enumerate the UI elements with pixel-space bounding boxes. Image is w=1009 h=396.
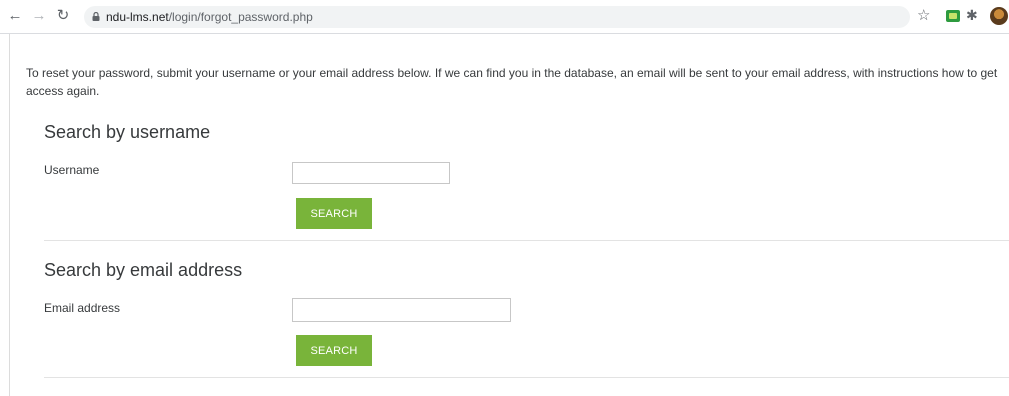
reload-icon[interactable]: ↻ xyxy=(54,6,72,24)
extensions-puzzle-icon[interactable]: ✱ xyxy=(966,8,978,22)
forgot-password-page: To reset your password, submit your user… xyxy=(0,34,1009,396)
search-by-email-button[interactable]: SEARCH xyxy=(296,335,372,366)
extension-icon[interactable] xyxy=(946,10,960,22)
bookmark-star-icon[interactable]: ☆ xyxy=(917,8,930,23)
email-label: Email address xyxy=(44,301,121,315)
page-left-border xyxy=(9,34,10,396)
email-section-title: Search by email address xyxy=(44,260,243,280)
instructions-text: To reset your password, submit your user… xyxy=(26,66,998,98)
back-arrow-icon[interactable]: ← xyxy=(6,6,24,24)
username-section-title: Search by username xyxy=(44,122,211,142)
forward-arrow-icon[interactable]: → xyxy=(30,6,48,24)
lock-icon xyxy=(92,12,100,21)
email-input[interactable] xyxy=(292,298,511,322)
section-divider xyxy=(44,377,1009,378)
browser-toolbar: ← → ↻ ndu-lms.net/login/forgot_password.… xyxy=(0,0,1009,34)
url-host: ndu-lms.net xyxy=(106,10,169,24)
profile-avatar[interactable] xyxy=(990,7,1008,25)
username-input[interactable] xyxy=(292,162,450,184)
search-by-username-button[interactable]: SEARCH xyxy=(296,198,372,229)
section-divider xyxy=(44,240,1009,241)
username-label: Username xyxy=(44,163,100,177)
url-path: /login/forgot_password.php xyxy=(168,10,313,24)
url-text: ndu-lms.net/login/forgot_password.php xyxy=(106,10,313,24)
address-bar[interactable]: ndu-lms.net/login/forgot_password.php xyxy=(84,6,910,28)
